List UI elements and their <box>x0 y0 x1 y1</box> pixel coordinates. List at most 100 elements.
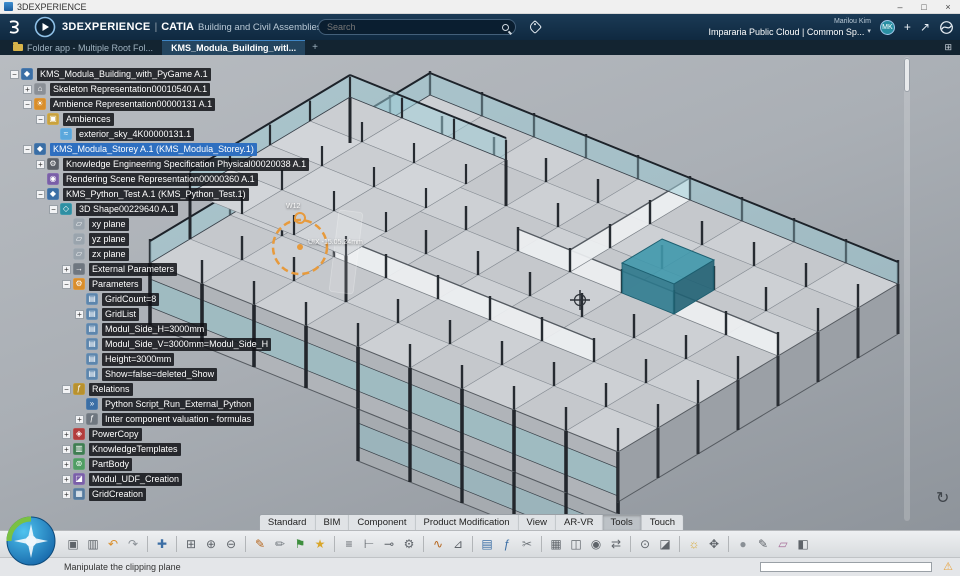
collapse-toggle-icon[interactable]: − <box>36 114 45 124</box>
tree-row[interactable]: ≈ exterior_sky_4K00000131.1 <box>10 127 309 141</box>
3d-viewport[interactable]: ↻ − ◆ KMS_Modula_Building_with_PyGame A.1 +… <box>0 55 960 530</box>
axis-icon[interactable]: ✚ <box>153 535 171 553</box>
cube-icon[interactable]: ◧ <box>794 535 812 553</box>
collapse-toggle-icon[interactable]: − <box>10 69 19 79</box>
tree-node-label[interactable]: GridList <box>102 307 140 321</box>
tree-node-label[interactable]: GridCreation <box>89 487 147 501</box>
plug-icon[interactable]: ∿ <box>429 535 447 553</box>
tree-node-label[interactable]: Modul_UDF_Creation <box>89 472 183 486</box>
tree-node-label[interactable]: PartBody <box>89 457 133 471</box>
tree-node-label[interactable]: Inter component valuation - formulas <box>102 412 255 426</box>
tree-node-label[interactable]: KMS_Python_Test A.1 (KMS_Python_Test.1) <box>63 187 249 201</box>
expand-toggle-icon[interactable]: + <box>75 309 84 319</box>
expand-toggle-icon[interactable]: + <box>36 159 45 169</box>
compass-icon[interactable] <box>34 16 56 38</box>
minimize-button[interactable]: – <box>888 0 912 13</box>
tree-row[interactable]: ▤ Height=3000mm <box>10 352 309 366</box>
tree-node-label[interactable]: KMS_Modula_Building_with_PyGame A.1 <box>37 67 211 81</box>
light-icon[interactable]: ☼ <box>685 535 703 553</box>
expand-toggle-icon[interactable]: + <box>62 429 71 439</box>
eraser-icon[interactable]: ▱ <box>774 535 792 553</box>
tree-row[interactable]: + ⚙ Knowledge Engineering Specification Ph… <box>10 157 310 171</box>
measure-icon[interactable]: ⊿ <box>449 535 467 553</box>
tree-node-label[interactable]: xy plane <box>89 217 129 231</box>
tree-node-label[interactable]: 3D Shape00229640 A.1 <box>76 202 178 216</box>
tree-row[interactable]: − ▣ Ambiences <box>10 112 309 126</box>
expand-toggle-icon[interactable]: + <box>62 264 71 274</box>
tree-node-label[interactable]: Python Script_Run_External_Python <box>102 397 255 411</box>
tree-row[interactable]: + ƒ Inter component valuation - formulas <box>10 412 309 426</box>
tree-row[interactable]: − ☀ Ambience Representation00000131 A.1 <box>10 97 309 111</box>
tree-row[interactable]: ▤ Show=false=deleted_Show <box>10 367 309 381</box>
tree-node-label[interactable]: Height=3000mm <box>102 352 175 366</box>
expand-toggle-icon[interactable]: + <box>62 489 71 499</box>
expand-toggle-icon[interactable]: + <box>62 474 71 484</box>
workbench-tab-product-modification[interactable]: Product Modification <box>415 515 519 530</box>
share-icon[interactable]: ↗ <box>920 21 930 33</box>
tree-row[interactable]: ▤ Modul_Side_H=3000mm <box>10 322 309 336</box>
tree-row[interactable]: ▤ Modul_Side_V=3000mm=Modul_Side_H <box>10 337 309 351</box>
search-icon[interactable] <box>502 23 509 31</box>
viewport-scrollbar-thumb[interactable] <box>904 58 910 92</box>
tree-node-label[interactable]: GridCount=8 <box>102 292 160 306</box>
warning-icon[interactable]: ⚠ <box>943 560 953 573</box>
tree-row[interactable]: ▱ xy plane <box>10 217 309 231</box>
status-input-box[interactable] <box>760 562 932 572</box>
close-button[interactable]: × <box>936 0 960 13</box>
catalog-icon[interactable]: ▤ <box>478 535 496 553</box>
tree-node-label[interactable]: yz plane <box>89 232 129 246</box>
avatar[interactable]: MK <box>879 19 895 35</box>
tree-row[interactable]: + ▤ GridList <box>10 307 309 321</box>
tree-row[interactable]: » Python Script_Run_External_Python <box>10 397 309 411</box>
workbench-tab-bim[interactable]: BIM <box>315 515 350 530</box>
print-icon[interactable]: ⊞ <box>182 535 200 553</box>
tree-row[interactable]: + ⊚ PartBody <box>10 457 309 471</box>
tree-row[interactable]: − ◇ 3D Shape00229640 A.1 <box>10 202 309 216</box>
tree-node-label[interactable]: Modul_Side_V=3000mm=Modul_Side_H <box>102 337 272 351</box>
tree-row[interactable]: ▤ GridCount=8 <box>10 292 309 306</box>
formula-icon[interactable]: ƒ <box>498 535 516 553</box>
expand-toggle-icon[interactable]: + <box>23 84 32 94</box>
tree-row[interactable]: ▱ yz plane <box>10 232 309 246</box>
tree-row[interactable]: ▱ zx plane <box>10 247 309 261</box>
collapse-toggle-icon[interactable]: − <box>62 279 71 289</box>
copy-icon[interactable]: ▥ <box>84 535 102 553</box>
expand-toggle-icon[interactable]: + <box>62 459 71 469</box>
section-icon[interactable]: ◪ <box>656 535 674 553</box>
camera-icon[interactable]: ◉ <box>587 535 605 553</box>
pen-icon[interactable]: ✏ <box>271 535 289 553</box>
tree-icon[interactable]: ⊢ <box>360 535 378 553</box>
new-tab-button[interactable]: + <box>305 40 325 55</box>
frame-icon[interactable]: ◫ <box>567 535 585 553</box>
star-icon[interactable]: ★ <box>311 535 329 553</box>
zoom-in-icon[interactable]: ⊕ <box>202 535 220 553</box>
revolve-icon[interactable]: ⊙ <box>636 535 654 553</box>
tree-node-label[interactable]: Parameters <box>89 277 142 291</box>
tree-row[interactable]: + ▦ GridCreation <box>10 487 309 501</box>
add-icon[interactable]: + <box>904 21 911 33</box>
compass-widget[interactable] <box>4 514 58 573</box>
workbench-tab-standard[interactable]: Standard <box>260 515 316 530</box>
list-icon[interactable]: ≡ <box>340 535 358 553</box>
maximize-button[interactable]: □ <box>912 0 936 13</box>
knife-icon[interactable]: ✂ <box>518 535 536 553</box>
tree-node-label[interactable]: zx plane <box>89 247 129 261</box>
workbench-tab-ar-vr[interactable]: AR-VR <box>556 515 603 530</box>
tree-node-label[interactable]: Ambiences <box>63 112 114 126</box>
tenant-selector[interactable]: Impararia Public Cloud | Common Sp... ▾ <box>709 27 871 37</box>
tree-row[interactable]: + ◈ PowerCopy <box>10 427 309 441</box>
tree-row[interactable]: − ◆ KMS_Modula_Building_with_PyGame A.1 <box>10 67 309 81</box>
workbench-tab-tools[interactable]: Tools <box>602 515 642 530</box>
tree-node-label[interactable]: Skeleton Representation00010540 A.1 <box>50 82 211 96</box>
tree-row[interactable]: + → External Parameters <box>10 262 309 276</box>
tree-row[interactable]: + ▥ KnowledgeTemplates <box>10 442 309 456</box>
paste-icon[interactable]: ▣ <box>64 535 82 553</box>
tree-node-label[interactable]: Knowledge Engineering Specification Phys… <box>63 157 310 171</box>
collapse-toggle-icon[interactable]: − <box>36 189 45 199</box>
tree-row[interactable]: − ⚙ Parameters <box>10 277 309 291</box>
search-bar[interactable] <box>318 19 516 35</box>
zoom-out-icon[interactable]: ⊖ <box>222 535 240 553</box>
swap-icon[interactable]: ⇄ <box>607 535 625 553</box>
tab-kms-modula-building[interactable]: KMS_Modula_Building_witl... <box>162 40 306 55</box>
viewport-scrollbar-track[interactable] <box>904 57 910 521</box>
